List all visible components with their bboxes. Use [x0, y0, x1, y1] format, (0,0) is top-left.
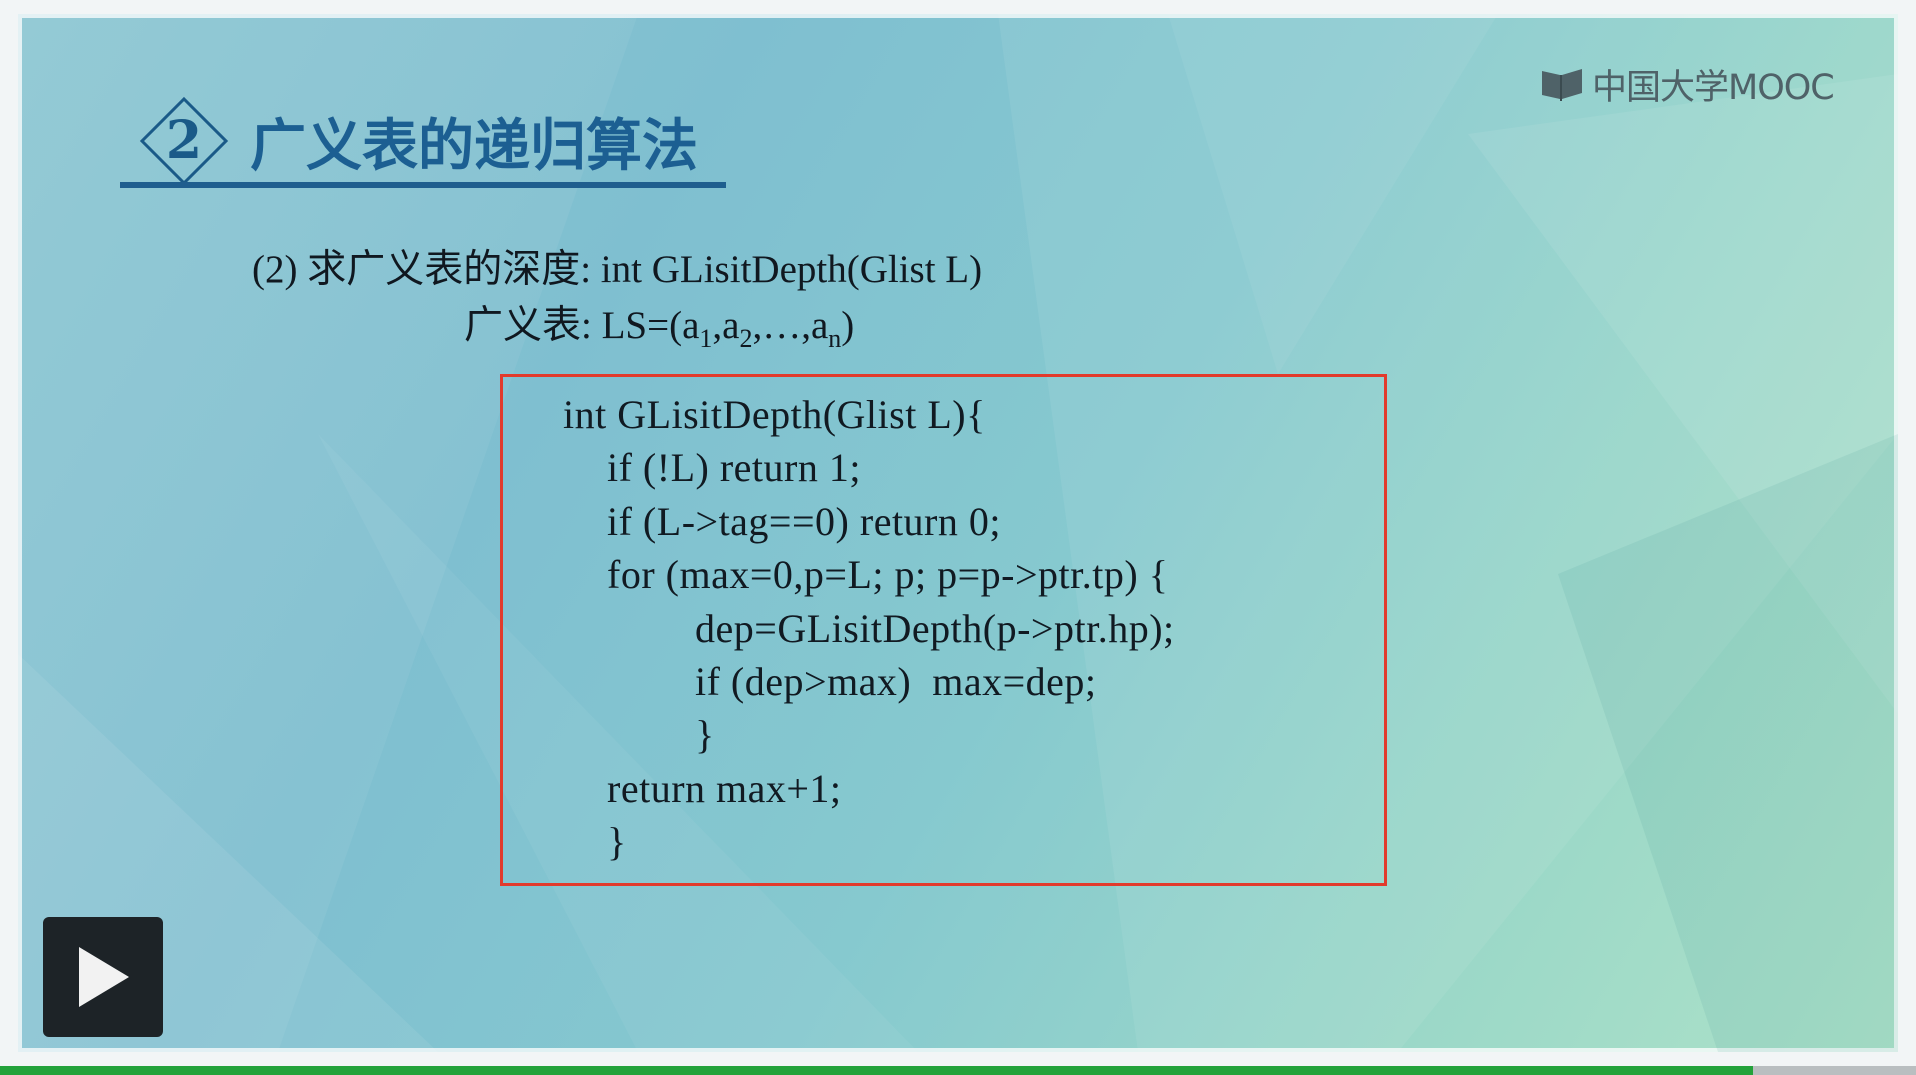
code-line-4: for (max=0,p=L; p; p=p->ptr.tp) {: [607, 552, 1169, 597]
section-number-badge: 2: [138, 95, 230, 187]
description-line-2: 广义表: LS=(a1,a2,…,an): [464, 294, 854, 354]
title-underline: [120, 182, 726, 188]
desc-sub-2: 2: [739, 323, 753, 353]
desc-prefix: 广义表: LS=(a: [464, 304, 700, 347]
code-block: int GLisitDepth(Glist L){ if (!L) return…: [500, 374, 1387, 886]
video-player: 中国大学MOOC 2 广义表的递归算法 (2) 求广义表的深度: int GLi…: [0, 0, 1916, 1075]
code-line-3: if (L->tag==0) return 0;: [607, 499, 1001, 544]
section-heading: 2 广义表的递归算法: [138, 96, 698, 186]
desc-sub-3: n: [828, 323, 842, 353]
mooc-logo: 中国大学MOOC: [1540, 62, 1835, 108]
book-icon: [1542, 69, 1582, 101]
code-line-6: if (dep>max) max=dep;: [695, 659, 1097, 704]
progress-fill: [0, 1066, 1754, 1075]
code-line-2: if (!L) return 1;: [607, 445, 861, 490]
play-icon: [79, 947, 129, 1007]
code-line-1: int GLisitDepth(Glist L){: [563, 392, 986, 437]
desc-sub-1: 1: [699, 323, 713, 353]
desc-mid-1: ,a: [712, 304, 740, 347]
code-line-5: dep=GLisitDepth(p->ptr.hp);: [695, 606, 1175, 651]
logo-text: 中国大学MOOC: [1592, 67, 1835, 108]
code-line-8: return max+1;: [607, 766, 842, 811]
page-title: 广义表的递归算法: [250, 113, 698, 179]
progress-bar[interactable]: [0, 1066, 1916, 1075]
desc-mid-2: ,…,a: [752, 304, 829, 347]
code-line-7: }: [695, 712, 715, 757]
code-line-9: }: [607, 819, 627, 864]
play-button[interactable]: [43, 917, 163, 1037]
section-number: 2: [165, 110, 203, 171]
desc-suffix: ): [841, 304, 855, 347]
description-line-1: (2) 求广义表的深度: int GLisitDepth(Glist L): [252, 248, 983, 291]
